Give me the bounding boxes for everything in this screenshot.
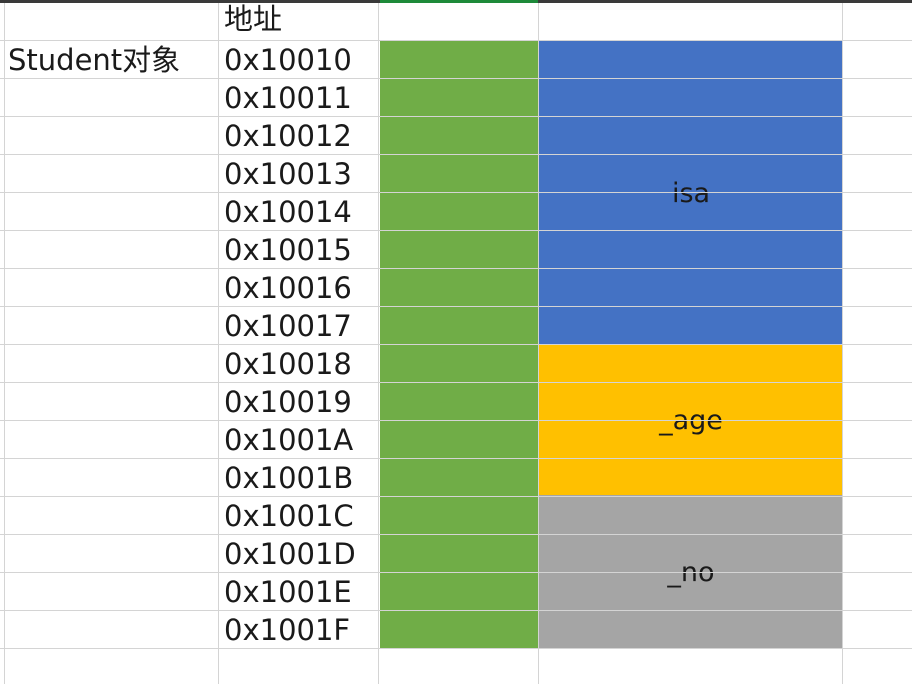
address-cell[interactable]: 0x10016 [224, 269, 352, 307]
row-gridline [0, 154, 912, 155]
address-cell[interactable]: 0x1001D [224, 535, 356, 573]
row-gridline [0, 382, 912, 383]
column-gridline [378, 3, 379, 684]
field-isa-block: isa [539, 41, 843, 345]
row-gridline [0, 534, 912, 535]
field-isa-label: isa [671, 177, 711, 209]
column-gridline [218, 3, 219, 684]
selected-column-indicator [380, 0, 538, 3]
row-gridline [0, 420, 912, 421]
address-cell[interactable]: 0x1001E [224, 573, 352, 611]
student-object-label[interactable]: Student对象 [8, 41, 180, 79]
address-column-header[interactable]: 地址 [224, 0, 282, 38]
address-cell[interactable]: 0x10019 [224, 383, 352, 421]
address-cell[interactable]: 0x10011 [224, 79, 352, 117]
row-gridline [0, 116, 912, 117]
column-gridline [538, 3, 539, 684]
row-gridline [0, 648, 912, 649]
row-gridline [0, 306, 912, 307]
address-cell[interactable]: 0x1001B [224, 459, 353, 497]
address-cell[interactable]: 0x1001C [224, 497, 354, 535]
address-cell[interactable]: 0x10014 [224, 193, 352, 231]
row-gridline [0, 610, 912, 611]
address-cell[interactable]: 0x10015 [224, 231, 352, 269]
row-gridline [0, 572, 912, 573]
address-cell[interactable]: 0x1001A [224, 421, 353, 459]
row-gridline [0, 268, 912, 269]
address-cell[interactable]: 0x10013 [224, 155, 352, 193]
address-cell[interactable]: 0x1001F [224, 611, 350, 649]
address-cell[interactable]: 0x10010 [224, 41, 352, 79]
row-gridline [0, 230, 912, 231]
column-gridline [4, 3, 5, 684]
row-gridline [0, 458, 912, 459]
address-cell[interactable]: 0x10012 [224, 117, 352, 155]
row-gridline [0, 496, 912, 497]
address-cell[interactable]: 0x10017 [224, 307, 352, 345]
student-object-block [380, 41, 538, 649]
row-gridline [0, 344, 912, 345]
row-gridline [0, 192, 912, 193]
column-gridline [842, 3, 843, 684]
spreadsheet-grid: isa _age _no 地址 Student对象 0x10010 0x10011… [0, 0, 912, 684]
address-cell[interactable]: 0x10018 [224, 345, 352, 383]
